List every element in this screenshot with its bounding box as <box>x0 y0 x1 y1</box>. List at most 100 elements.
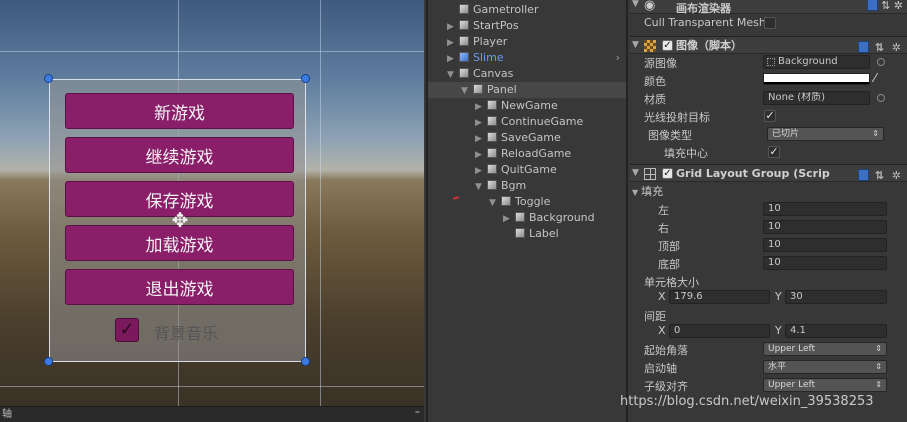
help-book-icon[interactable] <box>866 0 878 11</box>
grid-layout-enabled-checkbox[interactable]: ✓ <box>662 168 673 179</box>
hierarchy-item-newgame[interactable]: ▶ NewGame <box>428 98 626 115</box>
grid-layout-title: Grid Layout Group (Scrip <box>676 167 830 180</box>
gameobject-cube-icon <box>487 100 497 110</box>
cell-size-y-field[interactable]: 30 <box>785 290 887 304</box>
gameobject-cube-icon <box>487 132 497 142</box>
child-alignment-value: Upper Left <box>768 380 816 390</box>
help-book-icon[interactable] <box>857 41 869 53</box>
hierarchy-item-slime[interactable]: ▶ Slime <box>428 50 626 67</box>
help-book-icon[interactable] <box>857 169 869 181</box>
settings-icon[interactable]: ⇅ ✲ <box>875 169 903 182</box>
hierarchy-panel: Gametroller ▶ StartPos ▶ Player ▶ Slime ▼ Canvas… <box>426 0 628 422</box>
padding-right-field[interactable]: 10 <box>763 220 887 234</box>
hierarchy-item-gametroller[interactable]: Gametroller <box>428 2 626 18</box>
cull-transparent-checkbox[interactable] <box>764 17 776 29</box>
expanded-arrow-icon[interactable]: ▼ <box>461 83 473 99</box>
collapsed-arrow-icon[interactable]: ▶ <box>475 163 487 179</box>
canvas-renderer-header[interactable]: ▼ ◉ 画布渲染器 ⇅ ✲ <box>630 0 907 15</box>
expanded-arrow-icon[interactable]: ▼ <box>489 195 501 211</box>
hierarchy-item-canvas[interactable]: ▼ Canvas <box>428 66 626 83</box>
scene-grid-line <box>0 386 424 387</box>
image-type-dropdown[interactable]: 已切片 ⇕ <box>767 127 884 141</box>
fold-icon[interactable]: ▼ <box>632 0 639 9</box>
cull-transparent-label: Cull Transparent Mesh <box>644 16 766 29</box>
child-alignment-dropdown[interactable]: Upper Left ⇕ <box>763 378 887 392</box>
hierarchy-item-player[interactable]: ▶ Player <box>428 34 626 51</box>
object-picker-icon[interactable] <box>877 94 885 102</box>
start-axis-label: 启动轴 <box>644 362 677 375</box>
start-corner-dropdown[interactable]: Upper Left ⇕ <box>763 342 887 356</box>
cell-size-x-field[interactable]: 179.6 <box>669 290 770 304</box>
canvas-renderer-title: 画布渲染器 <box>676 2 731 15</box>
bgm-toggle-checkbox[interactable]: ✓ <box>115 318 139 342</box>
continue-game-button[interactable]: 继续游戏 <box>65 137 294 173</box>
collapsed-arrow-icon[interactable]: ▶ <box>475 115 487 131</box>
object-picker-icon[interactable] <box>877 58 885 66</box>
spacing-label: 间距 <box>644 310 666 323</box>
raycast-target-checkbox[interactable]: ✓ <box>764 110 776 122</box>
new-game-button[interactable]: 新游戏 <box>65 93 294 129</box>
spacing-y-field[interactable]: 4.1 <box>785 324 887 338</box>
hierarchy-item-bgm[interactable]: ▼ Bgm <box>428 178 626 195</box>
gameobject-cube-icon <box>459 68 469 78</box>
hierarchy-item-startpos[interactable]: ▶ StartPos <box>428 18 626 35</box>
component-header-icons[interactable]: ⇅ ✲ <box>866 0 903 12</box>
hierarchy-item-label: SaveGame <box>501 131 561 144</box>
expanded-arrow-icon[interactable]: ▼ <box>447 67 459 83</box>
rect-handle-bottom-left[interactable] <box>44 357 53 366</box>
source-image-field[interactable]: Background <box>763 55 870 69</box>
spacing-x-field[interactable]: 0 <box>669 324 770 338</box>
settings-icon[interactable]: ⇅ ✲ <box>881 0 903 12</box>
collapsed-arrow-icon[interactable]: ▶ <box>475 131 487 147</box>
fold-icon[interactable]: ▼ <box>632 37 639 54</box>
hierarchy-item-label[interactable]: Label <box>428 226 626 242</box>
collapsed-arrow-icon[interactable]: ▶ <box>447 19 459 35</box>
quit-game-button[interactable]: 退出游戏 <box>65 269 294 305</box>
rect-handle-top-right[interactable] <box>301 74 310 83</box>
hierarchy-item-background[interactable]: ▶ Background <box>428 210 626 227</box>
hierarchy-item-label: Player <box>473 35 508 48</box>
rect-handle-bottom-right[interactable] <box>301 357 310 366</box>
collapsed-arrow-icon[interactable]: ▶ <box>447 35 459 51</box>
image-type-value: 已切片 <box>772 129 800 139</box>
hierarchy-item-savegame[interactable]: ▶ SaveGame <box>428 130 626 147</box>
fill-center-label: 填充中心 <box>664 147 708 160</box>
hierarchy-item-panel[interactable]: ▼ Panel <box>428 82 626 99</box>
padding-bottom-field[interactable]: 10 <box>763 256 887 270</box>
eyedropper-icon[interactable]: ⁄ <box>874 71 876 85</box>
padding-top-field[interactable]: 10 <box>763 238 887 252</box>
gameobject-cube-icon <box>515 212 525 222</box>
collapsed-arrow-icon[interactable]: ▶ <box>475 147 487 163</box>
dropdown-arrow-icon: ⇕ <box>872 129 879 138</box>
grid-layout-header[interactable]: ▼ ✓ Grid Layout Group (Scrip ⇅ ✲ <box>630 164 907 182</box>
component-header-icons[interactable]: ⇅ ✲ <box>857 39 903 56</box>
collapsed-arrow-icon[interactable]: ▶ <box>447 51 459 67</box>
rect-handle-top-left[interactable] <box>44 74 53 83</box>
expanded-arrow-icon[interactable]: ▼ <box>475 179 487 195</box>
image-component-header[interactable]: ▼ ✓ 图像（脚本） ⇅ ✲ <box>630 36 907 54</box>
component-header-icons[interactable]: ⇅ ✲ <box>857 167 903 184</box>
hierarchy-item-label: Background <box>529 211 595 224</box>
hierarchy-item-label: ContinueGame <box>501 115 584 128</box>
gameobject-cube-icon <box>487 180 497 190</box>
slime-expand-arrow-icon[interactable]: › <box>616 51 620 64</box>
collapsed-arrow-icon[interactable]: ▶ <box>475 99 487 115</box>
color-swatch[interactable] <box>763 73 870 85</box>
fold-icon[interactable]: ▼ <box>632 165 639 182</box>
image-enabled-checkbox[interactable]: ✓ <box>662 40 673 51</box>
move-tool-icon[interactable]: ✥ <box>169 209 191 231</box>
fill-center-checkbox[interactable]: ✓ <box>768 146 780 158</box>
padding-foldout[interactable]: ▼ 填充 <box>632 183 663 199</box>
start-axis-dropdown[interactable]: 水平 ⇕ <box>763 360 887 374</box>
hierarchy-item-quitgame[interactable]: ▶ QuitGame <box>428 162 626 179</box>
hierarchy-item-reloadgame[interactable]: ▶ ReloadGame <box>428 146 626 163</box>
padding-right-label: 右 <box>658 222 669 235</box>
padding-left-field[interactable]: 10 <box>763 202 887 216</box>
hierarchy-item-continuegame[interactable]: ▶ ContinueGame <box>428 114 626 131</box>
collapsed-arrow-icon[interactable]: ▶ <box>503 211 515 227</box>
settings-icon[interactable]: ⇅ ✲ <box>875 41 903 54</box>
material-field[interactable]: None (材质) <box>763 91 870 105</box>
scene-view[interactable]: 新游戏 继续游戏 保存游戏 加载游戏 退出游戏 ✓ 背景音乐 ✥ 轴 ⁼ <box>0 0 424 422</box>
image-type-label: 图像类型 <box>648 129 692 142</box>
scene-menu-icon[interactable]: ⁼ <box>415 407 420 422</box>
